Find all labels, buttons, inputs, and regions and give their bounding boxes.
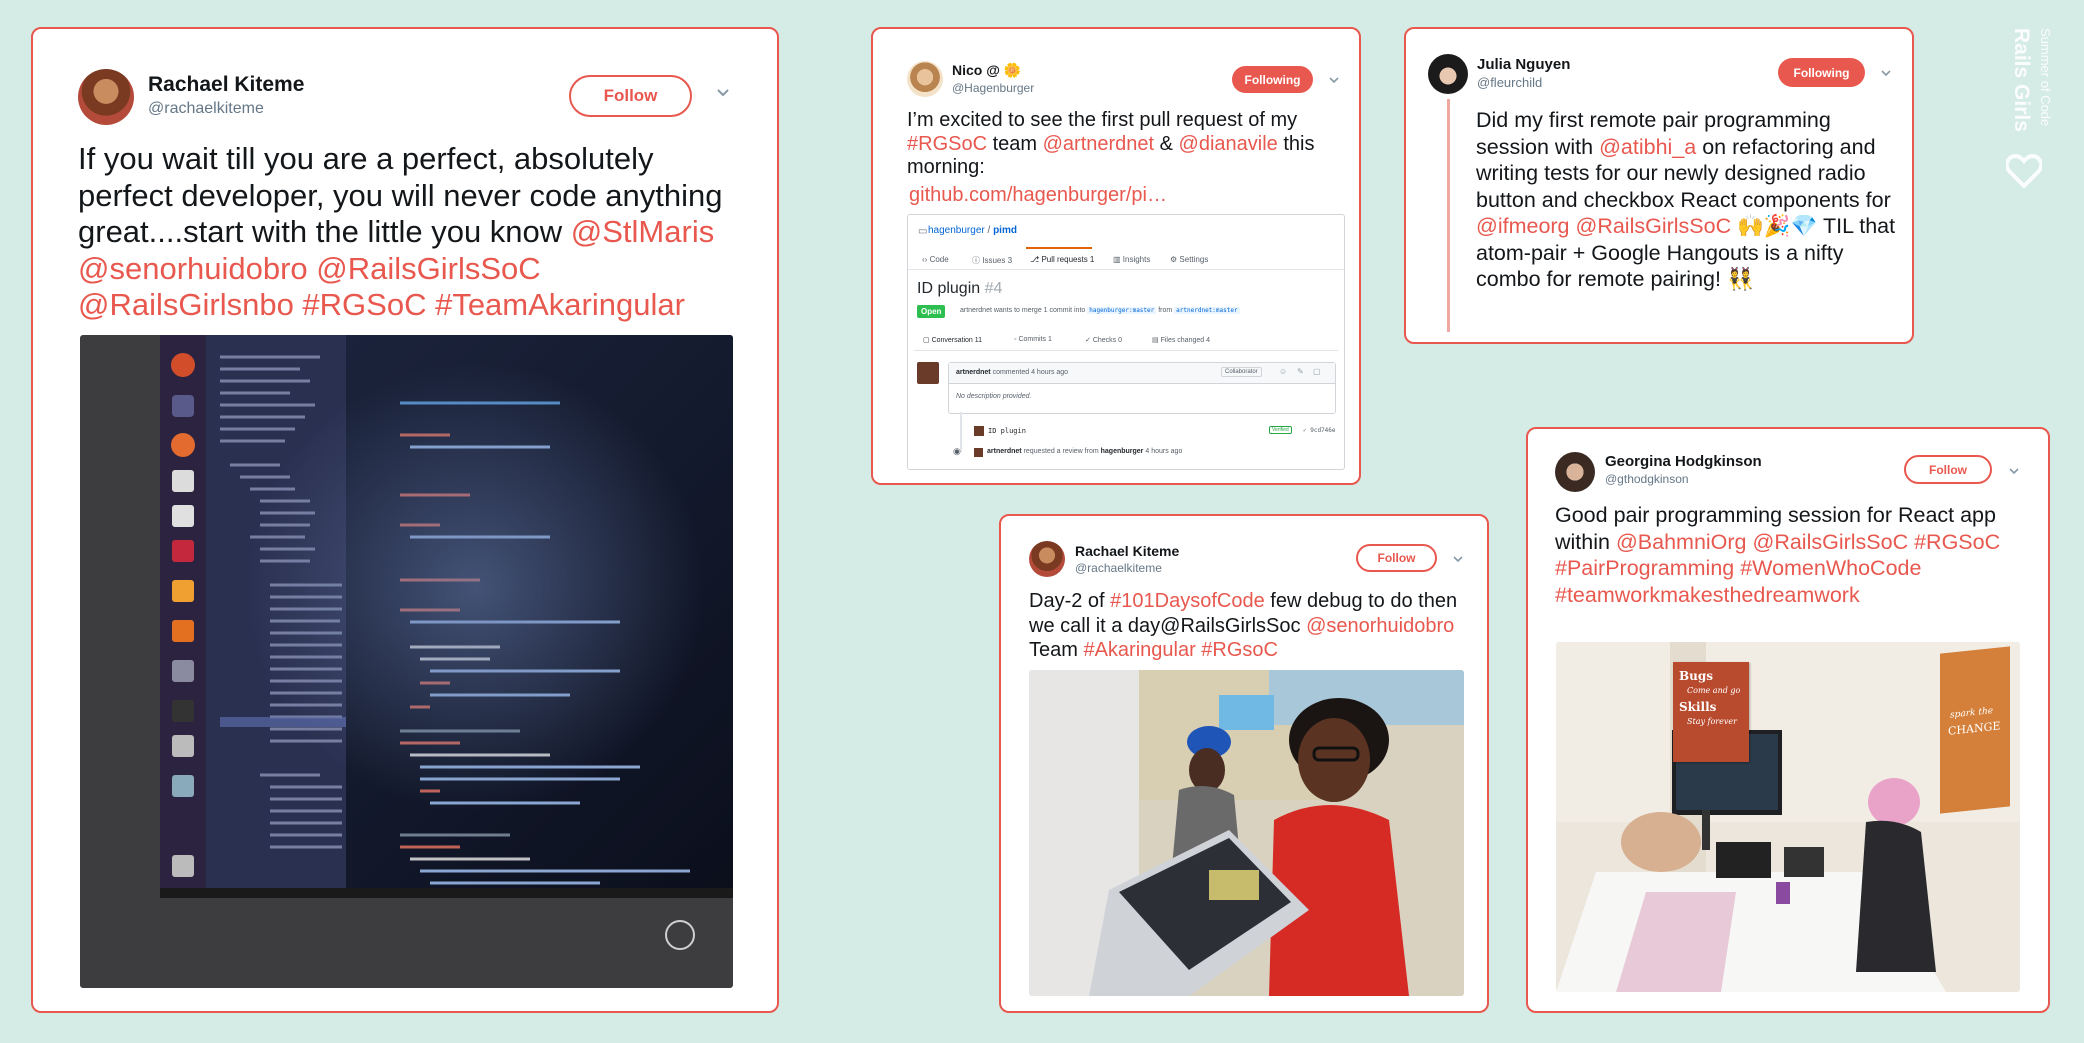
poster-left: Bugs Come and go Skills Stay forever — [1673, 662, 1749, 762]
tweet-link[interactable]: @atibhi_a — [1599, 135, 1696, 159]
chevron-down-icon[interactable] — [1452, 552, 1464, 564]
chevron-down-icon[interactable] — [1328, 73, 1340, 85]
edit-icon[interactable]: ✎ — [1297, 367, 1304, 376]
comment-meta: artnerdnet commented 4 hours ago — [956, 369, 1069, 376]
comment-role: Collaborator — [1221, 367, 1262, 377]
thread-line — [1447, 99, 1450, 332]
poster-text: Bugs — [1679, 669, 1714, 683]
poster-right: spark the CHANGE — [1940, 646, 2010, 814]
tab-settings[interactable]: ⚙ Settings — [1170, 255, 1208, 264]
tweet-text: Did my first remote pair programming ses… — [1476, 107, 1896, 293]
comment-icon[interactable]: ▢ — [1313, 367, 1321, 376]
tweet-text: I’m excited to see the first pull reques… — [907, 109, 1347, 180]
tweet-image[interactable] — [80, 335, 733, 988]
author-handle[interactable]: @rachaelkiteme — [1075, 561, 1162, 575]
pr-meta: artnerdnet wants to merge 1 commit into … — [960, 307, 1240, 314]
divider — [908, 269, 1344, 270]
review-event: artnerdnet requested a review from hagen… — [987, 448, 1183, 455]
github-preview[interactable]: ▭ hagenburger / pimd ‹› Code ⓘ Issues 3 … — [907, 214, 1345, 470]
follow-button[interactable]: Follow — [569, 75, 692, 117]
tweet-text-segment: Day-2 of — [1029, 590, 1111, 612]
tweet-link[interactable]: @ifmeorg @RailsGirlsSoC — [1476, 214, 1731, 238]
tab-active-indicator — [1026, 247, 1092, 249]
author-handle[interactable]: @Hagenburger — [952, 81, 1034, 95]
tab-insights[interactable]: ▥ Insights — [1113, 255, 1150, 264]
commit-message[interactable]: ID plugin — [988, 427, 1026, 435]
pr-title: ID plugin #4 — [917, 280, 1003, 297]
avatar[interactable] — [1029, 541, 1065, 577]
tweet-text-segment: team — [987, 132, 1043, 155]
tweet-text: Good pair programming session for React … — [1555, 502, 2035, 608]
status-badge: Open — [917, 305, 946, 318]
subtab-checks[interactable]: ✓ Checks 0 — [1085, 336, 1122, 344]
subtab-files-changed[interactable]: ▤ Files changed 4 — [1152, 336, 1210, 344]
following-button[interactable]: Following — [1232, 66, 1313, 93]
author-name[interactable]: Julia Nguyen — [1477, 56, 1570, 73]
tweet-link[interactable]: @senorhuidobro — [1306, 615, 1454, 637]
tab-pull-requests[interactable]: ⎇ Pull requests 1 — [1030, 255, 1094, 264]
tweet-link[interactable]: @dianavile — [1179, 133, 1278, 155]
author-name[interactable]: Rachael Kiteme — [1075, 543, 1179, 559]
following-button[interactable]: Following — [1778, 58, 1865, 87]
tweet-text: If you wait till you are a perfect, abso… — [78, 141, 738, 324]
comment-box: artnerdnet commented 4 hours ago Collabo… — [948, 362, 1336, 414]
tweet-link[interactable]: #RGSoC — [907, 133, 987, 155]
poster-text: Come and go — [1687, 686, 1741, 695]
commit-sha[interactable]: ✓ 9cd746e — [1303, 427, 1336, 434]
author-handle[interactable]: @rachaelkiteme — [148, 100, 264, 118]
author-handle[interactable]: @fleurchild — [1477, 75, 1542, 90]
eye-icon: ◉ — [953, 446, 961, 456]
follow-button[interactable]: Follow — [1904, 455, 1992, 484]
tweet-link[interactable]: @BahmniOrg @RailsGirlsSoC #RGSoC #PairPr… — [1555, 530, 2000, 607]
tweet-link[interactable]: #Akaringular #RGsoC — [1083, 639, 1278, 661]
chevron-down-icon[interactable] — [2008, 464, 2020, 476]
avatar[interactable] — [1555, 452, 1595, 492]
tweet-image[interactable]: Bugs Come and go Skills Stay forever spa… — [1556, 642, 2020, 992]
tweet-text: Day-2 of #101DaysofCode few debug to do … — [1029, 589, 1479, 663]
tab-issues[interactable]: ⓘ Issues 3 — [972, 255, 1012, 266]
reaction-icon[interactable]: ☺ — [1279, 367, 1287, 376]
chevron-down-icon[interactable] — [715, 85, 731, 101]
author-name[interactable]: Nico @ 🌼 — [952, 62, 1021, 79]
tweet-link[interactable]: #101DaysofCode — [1110, 590, 1265, 612]
comment-body: No description provided. — [956, 393, 1032, 400]
comment-avatar[interactable] — [917, 362, 939, 384]
repo-icon: ▭ — [918, 226, 928, 237]
poster-text: spark the — [1950, 706, 1994, 721]
avatar[interactable] — [907, 61, 943, 97]
author-name[interactable]: Georgina Hodgkinson — [1605, 453, 1762, 470]
tweet-text-segment: & — [1154, 132, 1179, 155]
tweet-link[interactable]: github.com/hagenburger/pi… — [909, 184, 1167, 208]
logo-text: Rails Girls — [2010, 28, 2033, 132]
rails-girls-logo: Rails Girls Summer of Code — [2003, 28, 2053, 198]
tweet-text-segment: Team — [1029, 639, 1084, 661]
tweet-text-segment: I’m excited to see the first pull reques… — [907, 109, 1298, 131]
poster-text: CHANGE — [1948, 719, 2001, 738]
review-avatar — [974, 448, 983, 457]
tweet-card: Nico @ 🌼 @Hagenburger Following I’m exci… — [871, 27, 1361, 485]
tweet-link[interactable]: @artnerdnet — [1043, 133, 1154, 155]
author-name[interactable]: Rachael Kiteme — [148, 73, 304, 97]
author-handle[interactable]: @gthodgkinson — [1605, 472, 1689, 486]
logo-text: Summer of Code — [2038, 28, 2053, 127]
tweet-card: Rachael Kiteme @rachaelkiteme Follow If … — [31, 27, 779, 1013]
chevron-down-icon[interactable] — [1880, 66, 1892, 78]
poster-text: Skills — [1679, 700, 1717, 714]
follow-button[interactable]: Follow — [1356, 544, 1437, 572]
heart-icon — [2004, 154, 2044, 189]
repo-path[interactable]: hagenburger / pimd — [928, 225, 1017, 236]
avatar[interactable] — [1428, 54, 1468, 94]
subtab-commits[interactable]: ◦ Commits 1 — [1014, 336, 1052, 343]
tweet-image[interactable] — [1029, 670, 1464, 996]
poster-text: Stay forever — [1687, 717, 1737, 726]
tweet-card: Georgina Hodgkinson @gthodgkinson Follow… — [1526, 427, 2050, 1013]
tweet-card: Julia Nguyen @fleurchild Following Did m… — [1404, 27, 1914, 344]
tab-code[interactable]: ‹› Code — [922, 255, 949, 264]
verified-badge: Verified — [1269, 426, 1292, 434]
divider — [914, 350, 1338, 351]
tweet-card: Rachael Kiteme @rachaelkiteme Follow Day… — [999, 514, 1489, 1013]
subtab-conversation[interactable]: ▢ Conversation 11 — [923, 336, 982, 344]
avatar[interactable] — [78, 69, 134, 125]
commit-avatar — [974, 426, 984, 436]
